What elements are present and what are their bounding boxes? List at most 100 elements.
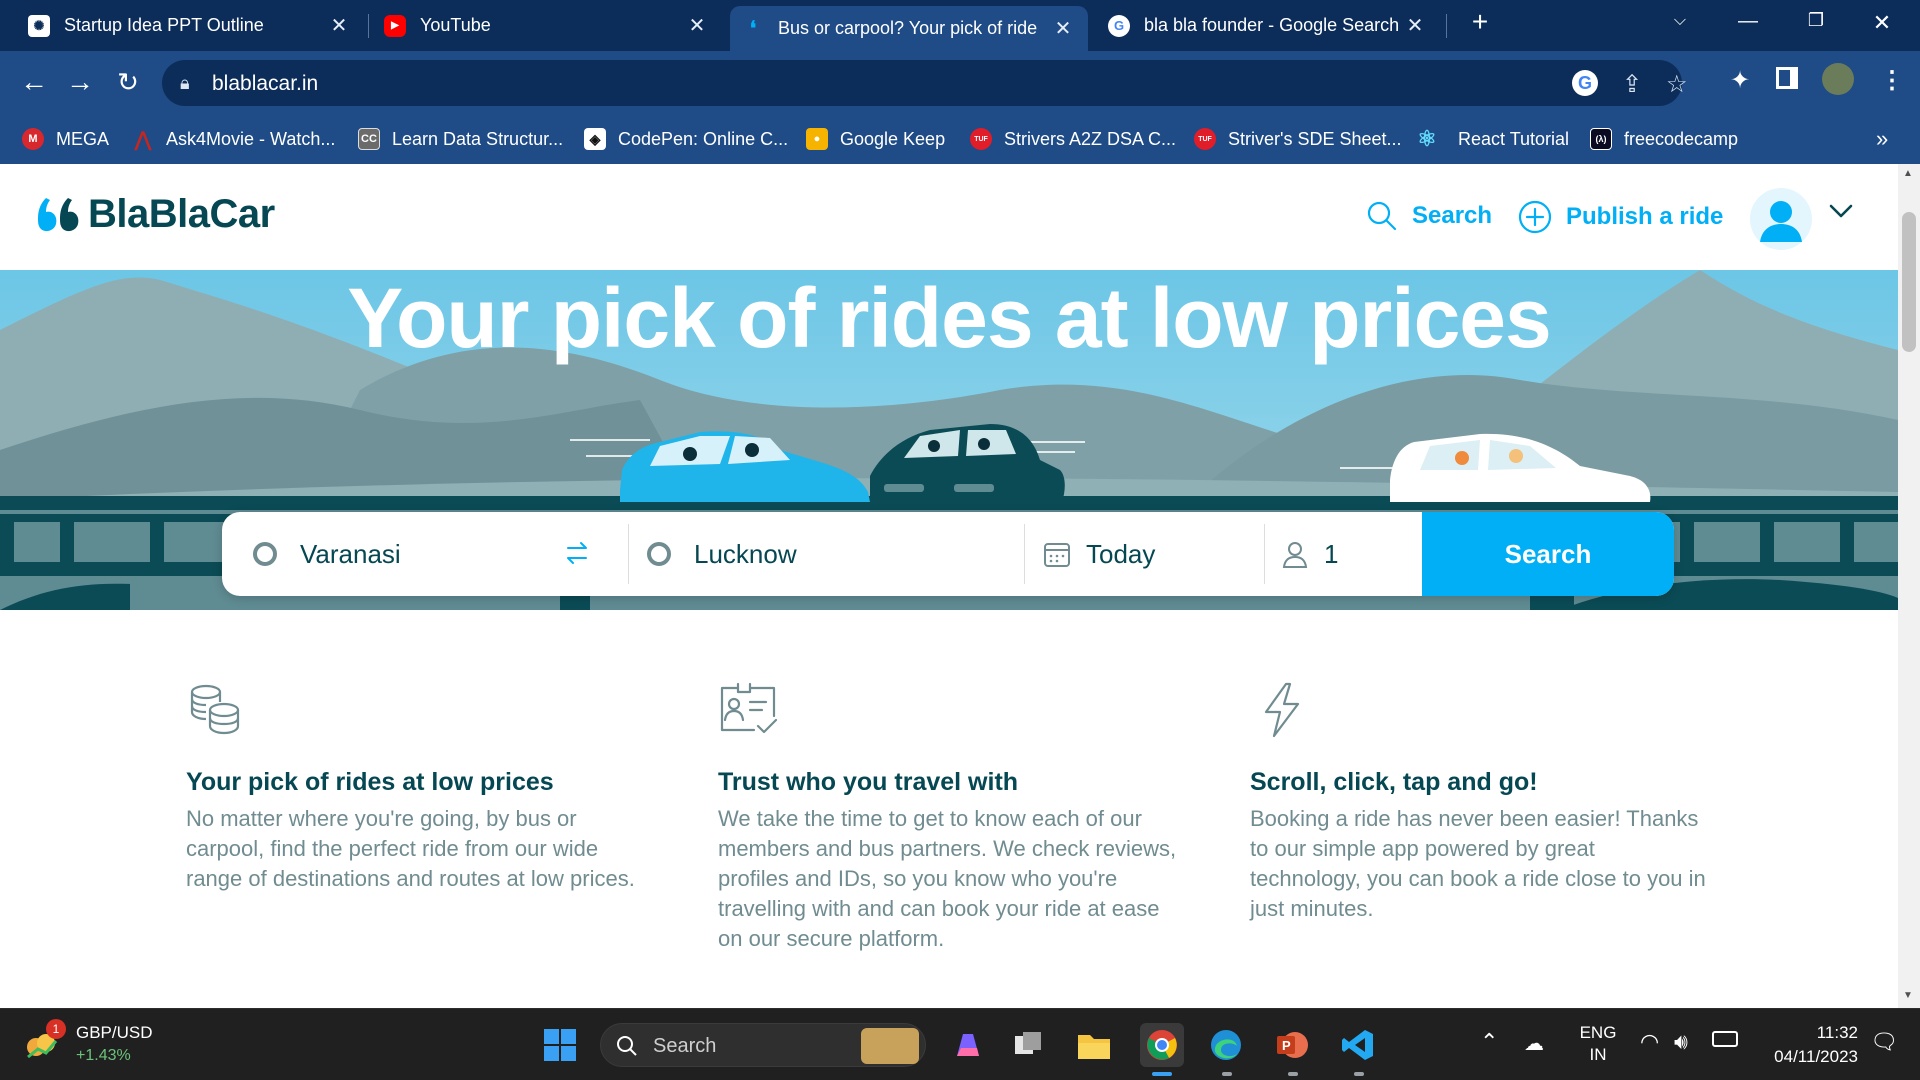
close-tab-icon[interactable]: ✕ (1050, 16, 1076, 41)
widget-title[interactable]: GBP/USD (76, 1023, 153, 1043)
bookmark-learn-dsa[interactable]: CC Learn Data Structur... (358, 125, 563, 153)
vscode-icon[interactable] (1336, 1023, 1380, 1067)
react-icon: ⚛ (1417, 126, 1437, 151)
profile-avatar[interactable] (1822, 63, 1854, 95)
bookmark-google-keep[interactable]: ● Google Keep (806, 125, 945, 153)
calendar-icon (1044, 543, 1070, 567)
bookmark-label: MEGA (56, 128, 110, 149)
search-icon (617, 1036, 637, 1056)
task-view-icon[interactable] (1006, 1023, 1050, 1067)
tab-search-chevron-icon[interactable]: ⌵ (1660, 12, 1700, 30)
date-field[interactable]: Today (1026, 512, 1262, 596)
bookmark-freecodecamp[interactable]: (λ) freecodecamp (1590, 125, 1738, 153)
bookmark-striver-a2z[interactable]: TUF Strivers A2Z DSA C... (970, 125, 1176, 153)
bookmark-label: freecodecamp (1624, 128, 1739, 149)
close-window-button[interactable]: ✕ (1862, 10, 1902, 36)
tray-overflow-chevron-icon[interactable]: ⌃ (1480, 1029, 1498, 1055)
codingninjas-icon: CC (358, 128, 380, 150)
account-chevron-down-icon[interactable] (1828, 202, 1854, 225)
close-tab-icon[interactable]: ✕ (684, 13, 710, 38)
minimize-button[interactable]: — (1728, 10, 1768, 33)
bookmark-label: CodePen: Online C... (618, 128, 789, 149)
file-explorer-icon[interactable] (1072, 1023, 1116, 1067)
address-bar[interactable]: 🔒︎ blablacar.in G ⇪ ☆ (162, 60, 1688, 106)
battery-icon[interactable] (1712, 1031, 1738, 1047)
close-tab-icon[interactable]: ✕ (1402, 13, 1428, 38)
header-search-link[interactable]: Search (1366, 200, 1492, 232)
taskbar-search-box[interactable]: Search (600, 1023, 926, 1067)
volume-icon[interactable]: 🔊︎ (1674, 1029, 1688, 1055)
scroll-down-arrow-icon[interactable]: ▼ (1903, 990, 1913, 1001)
browser-toolbar: ← → ↻ 🔒︎ blablacar.in G ⇪ ☆ ✦ ⋮ (0, 51, 1920, 114)
search-icon (1367, 201, 1397, 231)
date-value[interactable]: Today (1086, 539, 1155, 570)
bookmark-star-icon[interactable]: ☆ (1666, 70, 1688, 99)
departure-circle-icon (253, 542, 277, 566)
wifi-icon[interactable]: ◠ (1640, 1029, 1659, 1055)
tab-strip: ✺ Startup Idea PPT Outline ✕ ▶ YouTube ✕… (0, 0, 1920, 51)
bookmark-codepen[interactable]: ◈ CodePen: Online C... (584, 125, 788, 153)
ride-search-form: Varanasi Lucknow Today 1 Search (222, 512, 1674, 596)
new-tab-button[interactable]: + (1460, 6, 1500, 38)
google-keep-icon: ● (806, 128, 828, 150)
url-text[interactable]: blablacar.in (212, 72, 318, 96)
copilot-icon[interactable] (946, 1023, 990, 1067)
notifications-icon[interactable]: 🗨︎ (1870, 1029, 1898, 1055)
page-scrollbar[interactable]: ▲ ▼ (1898, 164, 1920, 1008)
chrome-icon[interactable] (1140, 1023, 1184, 1067)
back-arrow-icon[interactable]: ← (16, 65, 52, 101)
share-icon[interactable]: ⇪ (1622, 70, 1642, 99)
clock-time: 11:32 (1816, 1023, 1858, 1042)
google-lens-icon[interactable]: G (1572, 70, 1598, 96)
page-viewport: BlaBlaCar Search Publish a ride Your pic… (0, 164, 1898, 1008)
side-panel-icon[interactable] (1776, 67, 1798, 89)
extensions-puzzle-icon[interactable]: ✦ (1730, 66, 1750, 95)
swap-locations-icon[interactable] (562, 538, 592, 573)
tab-startup-idea[interactable]: ✺ Startup Idea PPT Outline ✕ (16, 6, 364, 45)
departure-value[interactable]: Varanasi (300, 539, 401, 570)
passengers-field[interactable]: 1 (1266, 512, 1422, 596)
open-app-indicator (1222, 1072, 1232, 1076)
scroll-up-arrow-icon[interactable]: ▲ (1903, 168, 1913, 179)
passengers-value[interactable]: 1 (1324, 539, 1338, 570)
tab-divider (1446, 14, 1447, 38)
open-app-indicator (1354, 1072, 1364, 1076)
clock-date: 04/11/2023 (1774, 1047, 1858, 1066)
blablacar-logo[interactable]: BlaBlaCar (34, 192, 275, 237)
search-rides-button[interactable]: Search (1422, 512, 1674, 596)
feature-body: Booking a ride has never been easier! Th… (1250, 806, 1706, 921)
region-code: IN (1589, 1045, 1607, 1064)
active-app-indicator (1152, 1072, 1172, 1076)
scrollbar-thumb[interactable] (1902, 212, 1916, 352)
bookmark-label: Ask4Movie - Watch... (166, 128, 336, 149)
tab-blablacar[interactable]: ❛ Bus or carpool? Your pick of ride ✕ (730, 6, 1088, 51)
search-highlight-image-icon (861, 1028, 919, 1064)
tab-google-search[interactable]: G bla bla founder - Google Search ✕ (1096, 6, 1440, 45)
user-avatar[interactable] (1750, 188, 1812, 250)
close-tab-icon[interactable]: ✕ (326, 13, 352, 38)
destination-field[interactable]: Lucknow (630, 512, 1026, 596)
tuf-icon: TUF (1194, 128, 1216, 150)
language-indicator[interactable]: ENG IN (1578, 1023, 1618, 1065)
clock[interactable]: 11:32 04/11/2023 (1758, 1023, 1858, 1067)
forward-arrow-icon[interactable]: → (62, 65, 98, 101)
plus-circle-icon (1518, 200, 1552, 234)
browser-menu-icon[interactable]: ⋮ (1880, 66, 1904, 95)
lock-icon[interactable]: 🔒︎ (180, 73, 190, 94)
restore-button[interactable]: ❐ (1796, 10, 1836, 31)
bookmarks-bar: M MEGA ⋀ Ask4Movie - Watch... CC Learn D… (0, 114, 1920, 164)
bookmark-striver-sde[interactable]: TUF Striver's SDE Sheet... (1194, 125, 1402, 153)
edge-icon[interactable] (1204, 1023, 1248, 1067)
powerpoint-icon[interactable]: P (1270, 1023, 1314, 1067)
codepen-icon: ◈ (584, 128, 606, 150)
bookmarks-overflow-button[interactable]: » (1876, 125, 1888, 153)
reload-icon[interactable]: ↻ (110, 65, 146, 101)
publish-ride-link[interactable]: Publish a ride (1518, 200, 1723, 234)
onedrive-icon[interactable]: ☁ (1524, 1031, 1544, 1056)
bookmark-react-tutorial[interactable]: ⚛ React Tutorial (1416, 125, 1569, 153)
bookmark-ask4movie[interactable]: ⋀ Ask4Movie - Watch... (132, 125, 336, 153)
bookmark-mega[interactable]: M MEGA (22, 125, 109, 153)
tab-youtube[interactable]: ▶ YouTube ✕ (372, 6, 722, 45)
windows-start-button[interactable] (538, 1023, 582, 1067)
destination-value[interactable]: Lucknow (694, 539, 797, 570)
